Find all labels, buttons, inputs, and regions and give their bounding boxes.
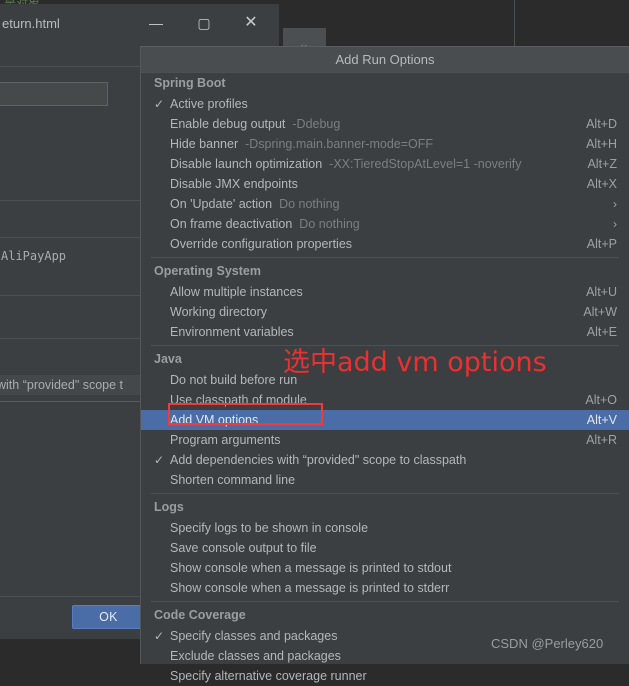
background-app-name: AliPayApp [1, 249, 67, 263]
menu-item-shortcut: Alt+O [585, 393, 617, 407]
submenu-arrow-icon: › [613, 217, 617, 231]
menu-item-label: Add VM options [170, 413, 259, 427]
menu-item-shortcut: Alt+V [586, 413, 617, 427]
menu-item-label: On 'Update' action [170, 197, 273, 211]
menu-item-label: Environment variables [170, 325, 294, 339]
menu-item[interactable]: Specify logs to be shown in console [141, 518, 629, 538]
menu-item[interactable]: Save console output to file [141, 538, 629, 558]
menu-item[interactable]: Shorten command line [141, 470, 629, 490]
menu-item-value: -XX:TieredStopAtLevel=1 -noverify [329, 157, 522, 171]
menu-item[interactable]: Show console when a message is printed t… [141, 578, 629, 598]
menu-item[interactable]: Disable launch optimization -XX:TieredSto… [141, 154, 629, 174]
menu-item[interactable]: Use classpath of module Alt+O [141, 390, 629, 410]
popup-title: Add Run Options [141, 47, 629, 72]
menu-item-label: Show console when a message is printed t… [170, 581, 450, 595]
menu-item[interactable]: Specify alternative coverage runner [141, 666, 629, 686]
menu-item[interactable]: On 'Update' action Do nothing › [141, 194, 629, 214]
menu-item[interactable]: ✓ Add dependencies with “provided" scope … [141, 450, 629, 470]
menu-item-label: Specify alternative coverage runner [170, 669, 367, 683]
menu-item[interactable]: Working directory Alt+W [141, 302, 629, 322]
menu-item-label: Active profiles [170, 97, 248, 111]
menu-item-value: Do nothing [279, 197, 340, 211]
menu-item-label: Specify logs to be shown in console [170, 521, 369, 535]
watermark: CSDN @Perley620 [491, 636, 604, 651]
checkmark-icon: ✓ [154, 629, 165, 643]
menu-item-value: Do nothing [299, 217, 360, 231]
submenu-arrow-icon: › [613, 197, 617, 211]
background-divider-6 [0, 401, 145, 402]
menu-item-value: -Ddebug [292, 117, 341, 131]
menu-item-label: Program arguments [170, 433, 281, 447]
menu-item-shortcut: Alt+E [586, 325, 617, 339]
menu-item-label: Show console when a message is printed t… [170, 561, 452, 575]
background-bottom-strip [0, 639, 145, 664]
close-icon[interactable]: ✕ [240, 14, 262, 32]
menu-group-title: Spring Boot [154, 76, 226, 90]
menu-item-shortcut: Alt+U [586, 285, 617, 299]
editor-background-right [505, 0, 629, 46]
menu-item[interactable]: Hide banner -Dspring.main.banner-mode=OFF… [141, 134, 629, 154]
background-app-row [0, 201, 145, 225]
menu-item[interactable]: Disable JMX endpoints Alt+X [141, 174, 629, 194]
menu-group-title: Operating System [154, 264, 261, 278]
background-divider-4 [0, 295, 145, 296]
background-divider-3 [0, 237, 145, 238]
editor-split-divider [514, 0, 515, 46]
background-provided-text: with “provided" scope t [0, 378, 124, 392]
checkmark-icon: ✓ [154, 97, 165, 111]
menu-item[interactable]: Program arguments Alt+R [141, 430, 629, 450]
menu-item-label: Add dependencies with “provided" scope t… [170, 453, 467, 467]
menu-item[interactable]: Show console when a message is printed t… [141, 558, 629, 578]
menu-item-label: Use classpath of module [170, 393, 307, 407]
menu-item-shortcut: Alt+Z [587, 157, 617, 171]
menu-item-label: Disable JMX endpoints [170, 177, 298, 191]
menu-group-title: Code Coverage [154, 608, 246, 622]
menu-list: Spring Boot ✓ Active profiles Enable debug … [141, 73, 629, 686]
ok-button[interactable]: OK [72, 605, 145, 629]
menu-item-label: Hide banner [170, 137, 239, 151]
menu-group-divider [151, 601, 619, 602]
menu-group-divider [151, 493, 619, 494]
menu-item[interactable]: ✓ Active profiles [141, 94, 629, 114]
menu-item-shortcut: Alt+H [586, 137, 617, 151]
menu-item-shortcut: Alt+D [586, 117, 617, 131]
menu-item-label: Exclude classes and packages [170, 649, 341, 663]
menu-item[interactable]: Add VM options Alt+V [141, 410, 629, 430]
background-divider-1 [0, 66, 145, 67]
menu-item-label: Working directory [170, 305, 268, 319]
menu-item-label: Enable debug output [170, 117, 286, 131]
menu-item-value: -Dspring.main.banner-mode=OFF [245, 137, 434, 151]
minimize-icon[interactable]: — [145, 14, 167, 32]
checkmark-icon: ✓ [154, 453, 165, 467]
menu-item-label: Allow multiple instances [170, 285, 303, 299]
menu-item-label: Override configuration properties [170, 237, 353, 251]
menu-group-divider [151, 257, 619, 258]
menu-item-shortcut: Alt+R [586, 433, 617, 447]
background-divider-5 [0, 338, 145, 339]
menu-item-label: Shorten command line [170, 473, 296, 487]
background-window-title: eturn.html [2, 16, 60, 31]
menu-item[interactable]: Environment variables Alt+E [141, 322, 629, 342]
menu-item[interactable]: Allow multiple instances Alt+U [141, 282, 629, 302]
menu-item-shortcut: Alt+W [583, 305, 617, 319]
menu-item[interactable]: On frame deactivation Do nothing › [141, 214, 629, 234]
menu-item[interactable]: Enable debug output -Ddebug Alt+D [141, 114, 629, 134]
menu-item-label: On frame deactivation [170, 217, 293, 231]
menu-item-shortcut: Alt+P [586, 237, 617, 251]
maximize-icon[interactable]: ▢ [193, 14, 215, 32]
menu-item-label: Save console output to file [170, 541, 317, 555]
annotation-text: 选中add vm options [283, 347, 547, 378]
menu-item-label: Specify classes and packages [170, 629, 338, 643]
menu-item-label: Disable launch optimization [170, 157, 323, 171]
background-text-input[interactable] [0, 82, 108, 106]
menu-group-title: Logs [154, 500, 184, 514]
menu-item[interactable]: Override configuration properties Alt+P [141, 234, 629, 254]
menu-item-label: Do not build before run [170, 373, 298, 387]
menu-item-shortcut: Alt+X [586, 177, 617, 191]
